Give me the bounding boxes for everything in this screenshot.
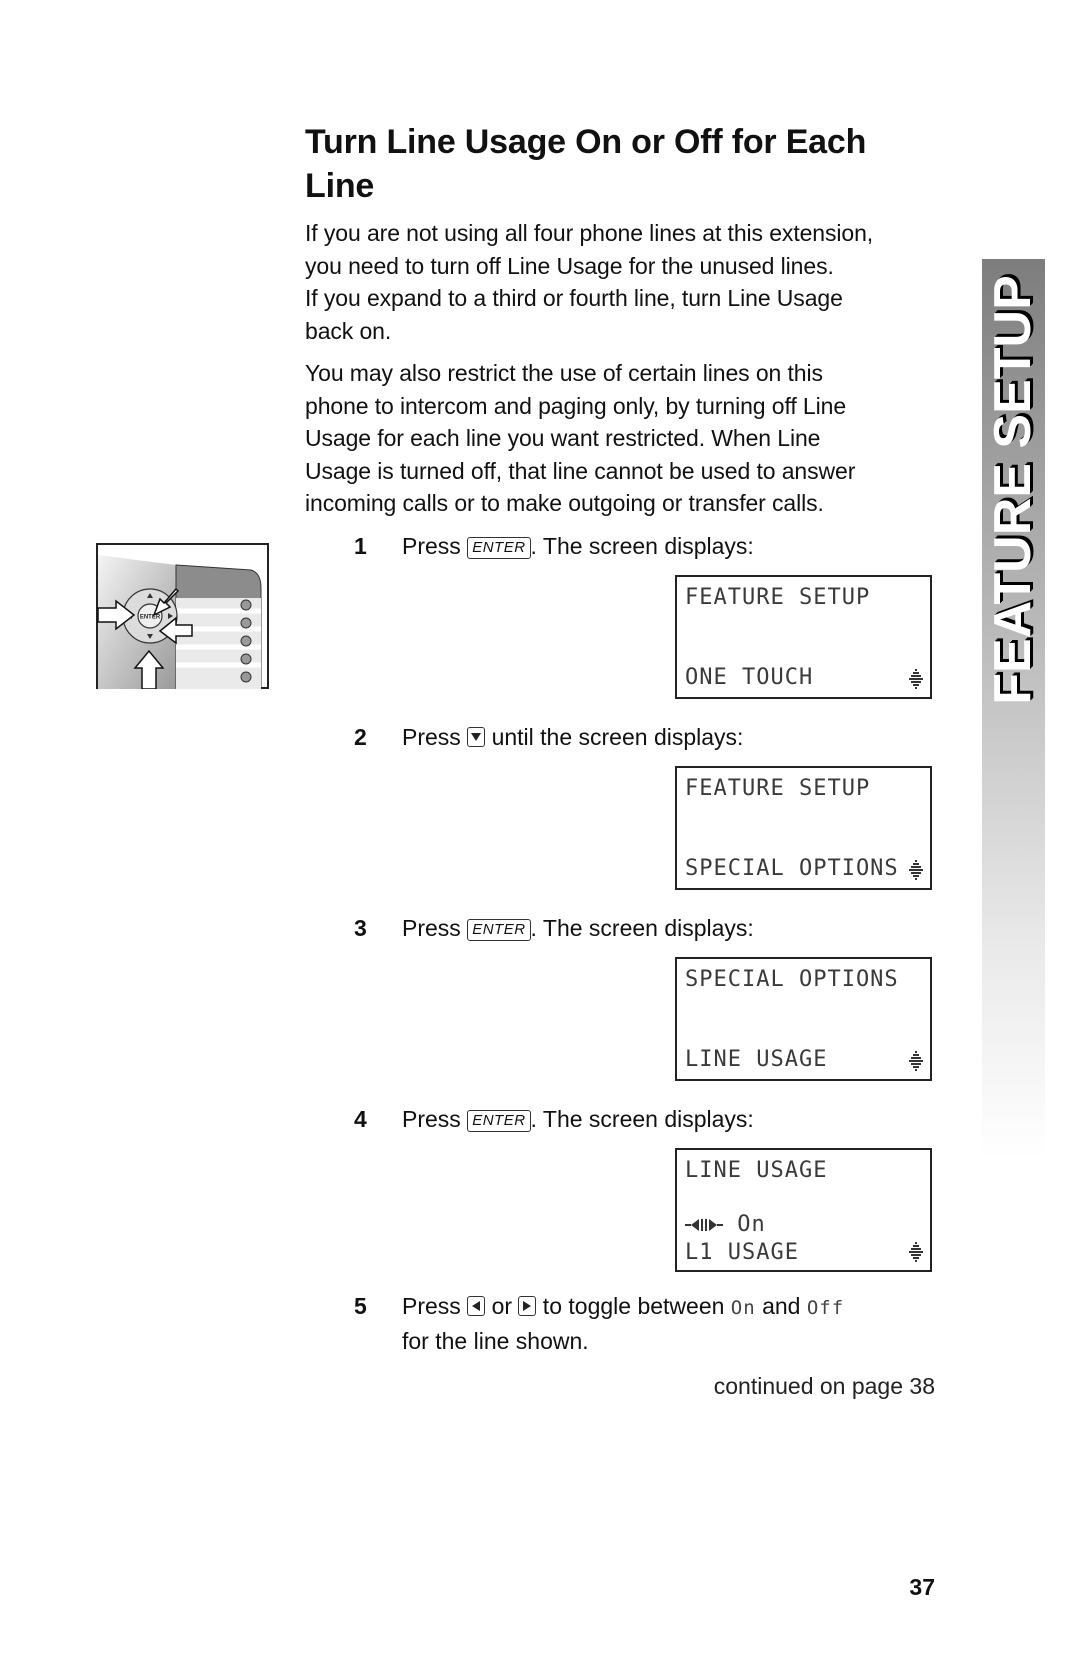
left-arrow-key-icon	[467, 1296, 486, 1316]
lcd-line-1: LINE USAGE	[685, 1158, 828, 1183]
enter-key-icon: ENTER	[467, 919, 531, 941]
line-buttons-panel	[176, 598, 261, 689]
step-instruction: to toggle between	[536, 1293, 731, 1319]
line-usage-value: On	[737, 1212, 766, 1237]
value-on: On	[730, 1297, 756, 1319]
text-line: phone to intercom and paging only, by tu…	[305, 392, 847, 419]
scroll-indicator-icon	[909, 860, 923, 880]
step-verb: Press	[402, 724, 461, 750]
text-line: incoming calls or to make outgoing or tr…	[305, 490, 824, 516]
restriction-paragraph: You may also restrict the use of certain…	[305, 357, 930, 520]
down-arrow-key-icon	[467, 727, 486, 747]
step-instruction: until the screen displays:	[485, 724, 744, 750]
section-title: Turn Line Usage On or Off for Each Line	[305, 120, 905, 208]
text-line: Usage for each line you want restricted.…	[305, 425, 821, 451]
text-line: You may also restrict the use of certain…	[305, 360, 823, 386]
step-text: Press ENTER. The screen displays:	[402, 912, 942, 945]
text-line: back on.	[305, 317, 392, 344]
lcd-screen-4: LINE USAGE On L1 USAGE	[675, 1148, 932, 1272]
value-off: Off	[806, 1297, 845, 1319]
step-text: Press until the screen displays:	[402, 721, 942, 754]
scroll-indicator-icon	[909, 1242, 923, 1262]
lcd-line-1: SPECIAL OPTIONS	[685, 967, 899, 992]
text-line: Usage is turned off, that line cannot be…	[305, 457, 856, 484]
lcd-line-3: LINE USAGE	[685, 1047, 828, 1072]
scroll-indicator-icon	[909, 1051, 923, 1071]
lcd-line-3: ONE TOUCH	[685, 665, 814, 690]
step-number: 5	[354, 1293, 367, 1319]
lcd-line-3: L1 USAGE	[685, 1240, 799, 1265]
step-instruction-continued: for the line shown.	[402, 1327, 589, 1354]
text-line: If you expand to a third or fourth line,…	[305, 285, 843, 311]
step-instruction: . The screen displays:	[530, 915, 754, 941]
step-verb: Press	[402, 1106, 461, 1132]
step-text: Press ENTER. The screen displays:	[402, 1103, 942, 1136]
step-number: 4	[354, 1106, 367, 1132]
step-number: 2	[354, 724, 367, 750]
enter-key-icon: ENTER	[467, 1110, 531, 1132]
lcd-screen-2: FEATURE SETUP SPECIAL OPTIONS	[675, 766, 932, 890]
enter-key-icon: ENTER	[467, 537, 531, 559]
intro-paragraph: If you are not using all four phone line…	[305, 217, 930, 347]
lcd-screen-1: FEATURE SETUP ONE TOUCH	[675, 575, 932, 699]
step-text: Press or to toggle between On and Off fo…	[402, 1290, 942, 1357]
title-text: Turn Line Usage On or Off for Each Line	[305, 123, 867, 205]
lcd-line-2: On	[685, 1212, 766, 1237]
step-number: 3	[354, 915, 367, 941]
right-arrow-key-icon	[518, 1296, 537, 1316]
step-verb: Press	[402, 915, 461, 941]
page-number: 37	[909, 1574, 935, 1600]
step-instruction: . The screen displays:	[530, 533, 754, 559]
svg-text:ENTER: ENTER	[140, 615, 161, 621]
lcd-line-1: FEATURE SETUP	[685, 776, 871, 801]
left-right-toggle-icon	[685, 1219, 723, 1231]
step-text: Press ENTER. The screen displays:	[402, 530, 942, 563]
phone-navigation-illustration: ENTER	[96, 543, 269, 689]
scroll-indicator-icon	[909, 669, 923, 689]
step-verb: Press	[402, 533, 461, 559]
step-verb: Press	[402, 1293, 461, 1319]
text-line: you need to turn off Line Usage for the …	[305, 252, 834, 279]
lcd-line-3: SPECIAL OPTIONS	[685, 856, 899, 881]
section-tab-label: FEATURE SETUP	[984, 275, 1042, 705]
continued-note: continued on page 38	[713, 1373, 935, 1399]
text-line: If you are not using all four phone line…	[305, 220, 874, 246]
lcd-screen-3: SPECIAL OPTIONS LINE USAGE	[675, 957, 932, 1081]
conjunction: and	[755, 1293, 807, 1319]
step-instruction: . The screen displays:	[530, 1106, 754, 1132]
conjunction: or	[485, 1293, 519, 1319]
lcd-line-1: FEATURE SETUP	[685, 585, 871, 610]
step-number: 1	[354, 533, 367, 559]
